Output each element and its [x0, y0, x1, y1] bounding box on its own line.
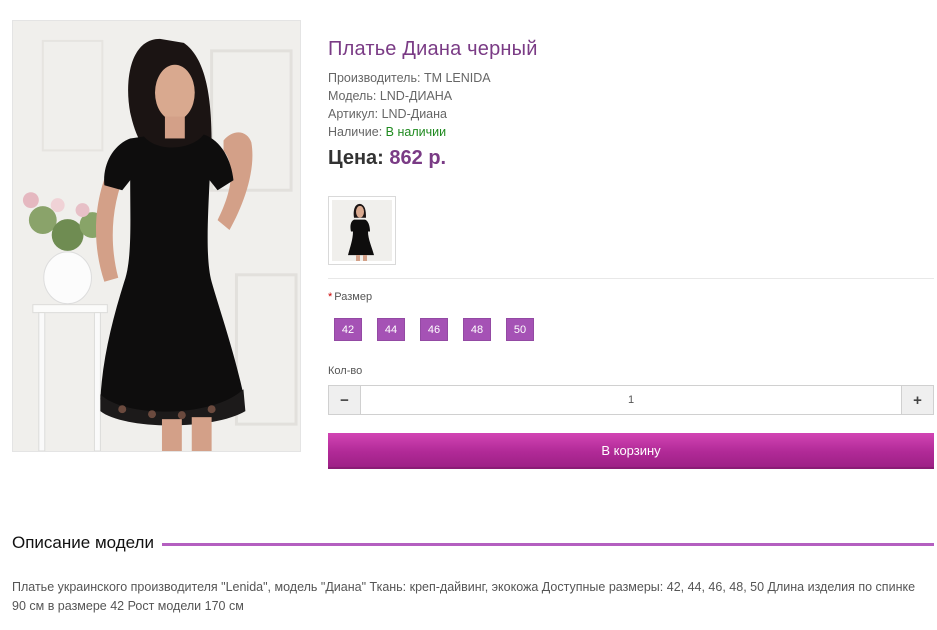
- manufacturer-value: ТМ LENIDA: [423, 71, 491, 85]
- sku-label: Артикул:: [328, 107, 379, 121]
- size-option-44[interactable]: 44: [377, 318, 405, 341]
- price-row: Цена: 862 р.: [328, 147, 934, 170]
- sku-value: LND-Диана: [381, 107, 447, 121]
- quantity-decrease-button[interactable]: −: [329, 386, 361, 414]
- plus-icon: +: [913, 391, 922, 409]
- product-title: Платье Диана черный: [328, 38, 538, 60]
- description-text: Платье украинского производителя "Lenida…: [12, 580, 916, 613]
- divider: [328, 278, 934, 279]
- model-label: Модель:: [328, 89, 377, 103]
- thumbnail-illustration: [332, 200, 392, 261]
- size-option-50[interactable]: 50: [506, 318, 534, 341]
- description-title: Описание модели: [12, 533, 154, 552]
- availability-row: Наличие: В наличии: [328, 123, 934, 141]
- size-label: * Размер: [328, 291, 372, 303]
- product-thumbnail[interactable]: [328, 196, 396, 265]
- required-mark: *: [328, 291, 333, 303]
- quantity-stepper: − +: [328, 385, 934, 415]
- product-meta: Производитель: ТМ LENIDA Модель: LND-ДИА…: [328, 69, 934, 141]
- size-option-48[interactable]: 48: [463, 318, 491, 341]
- add-to-cart-button[interactable]: В корзину: [328, 433, 934, 469]
- dress-photo-illustration: [13, 21, 300, 451]
- availability-label: Наличие:: [328, 125, 383, 139]
- manufacturer-row: Производитель: ТМ LENIDA: [328, 69, 934, 87]
- size-option-46[interactable]: 46: [420, 318, 448, 341]
- heading-underline: [161, 542, 934, 546]
- model-row: Модель: LND-ДИАНА: [328, 87, 934, 105]
- size-label-text: Размер: [334, 291, 373, 303]
- size-option-42[interactable]: 42: [334, 318, 362, 341]
- quantity-label: Кол-во: [328, 365, 363, 377]
- size-options: 42 44 46 48 50: [334, 318, 534, 341]
- product-main-image[interactable]: [12, 20, 301, 452]
- price-value: 862 р.: [389, 147, 447, 169]
- model-value: LND-ДИАНА: [379, 89, 453, 103]
- availability-status: В наличии: [385, 125, 447, 139]
- product-info: Платье Диана черный Производитель: ТМ LE…: [328, 38, 934, 170]
- quantity-input[interactable]: [361, 386, 901, 414]
- quantity-increase-button[interactable]: +: [901, 386, 933, 414]
- sku-row: Артикул: LND-Диана: [328, 105, 934, 123]
- manufacturer-label: Производитель:: [328, 71, 421, 85]
- minus-icon: −: [340, 391, 349, 409]
- description-heading: Описание модели: [12, 533, 934, 553]
- price-label: Цена:: [328, 147, 384, 169]
